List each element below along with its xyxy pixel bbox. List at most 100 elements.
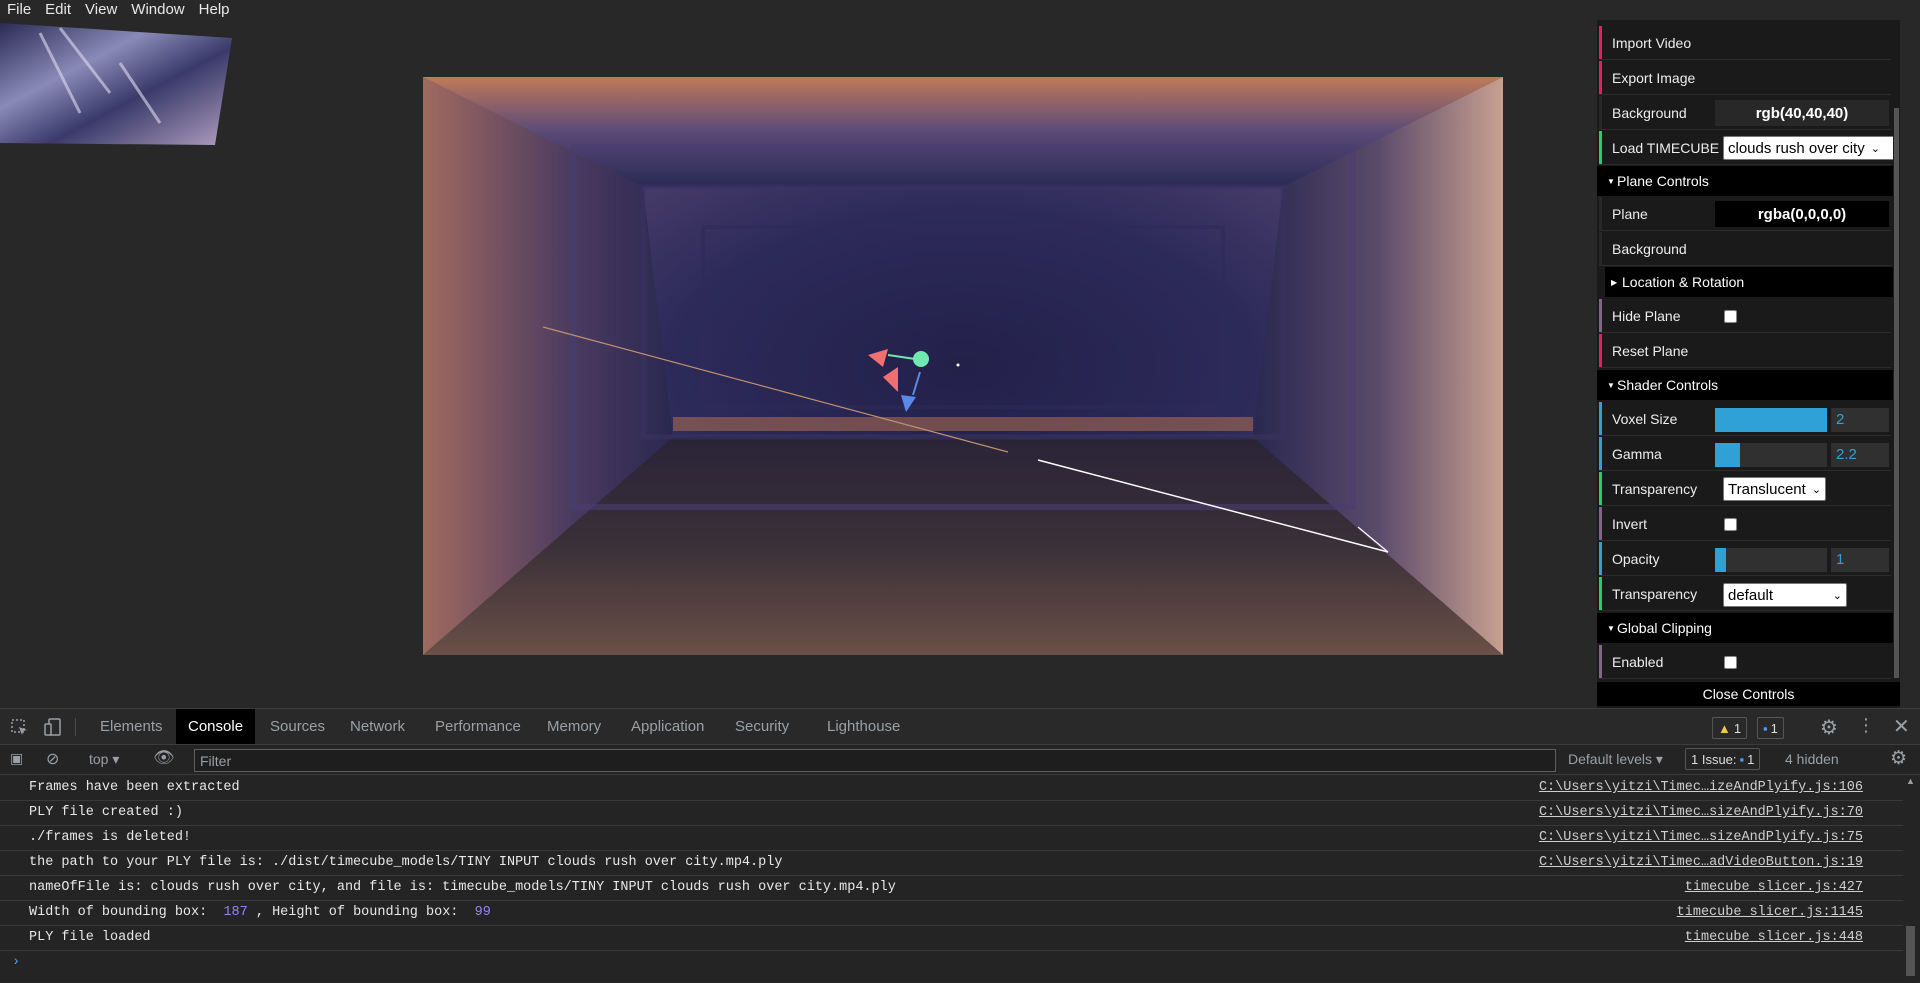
console-number: 187 — [223, 905, 248, 920]
enabled-label: Enabled — [1612, 653, 1664, 670]
export-image-button[interactable]: Export Image — [1599, 61, 1891, 95]
console-text: , Height of bounding box: — [247, 905, 467, 920]
transparency2-select[interactable]: default ⌄ — [1723, 583, 1847, 607]
menu-help[interactable]: Help — [192, 0, 237, 20]
tab-performance[interactable]: Performance — [423, 709, 533, 744]
opacity-label: Opacity — [1612, 550, 1660, 567]
hide-plane-checkbox[interactable] — [1724, 310, 1737, 323]
console-source-link[interactable]: timecube_slicer.js:1145 — [1677, 905, 1863, 920]
levels-select[interactable]: Default levels ▾ — [1568, 751, 1663, 768]
console-prompt-line[interactable]: › — [0, 951, 1905, 976]
menu-window[interactable]: Window — [124, 0, 191, 20]
scroll-up-icon[interactable]: ▲ — [1906, 776, 1915, 786]
gamma-input[interactable]: 2.2 — [1831, 443, 1889, 467]
context-selector[interactable]: top ▾ — [89, 751, 119, 768]
row-color-bar — [1599, 26, 1602, 59]
close-icon[interactable]: ✕ — [1893, 714, 1910, 739]
tab-network[interactable]: Network — [338, 709, 417, 744]
console-number: 99 — [474, 905, 491, 920]
enabled-checkbox[interactable] — [1724, 656, 1737, 669]
background-label: Background — [1612, 104, 1687, 121]
devtools-tab-bar: Elements Console Sources Network Perform… — [0, 709, 1920, 745]
tab-sources[interactable]: Sources — [258, 709, 337, 744]
triangle-down-icon: ▼ — [1607, 176, 1615, 186]
tab-security[interactable]: Security — [723, 709, 801, 744]
row-color-bar — [1599, 542, 1602, 575]
preview-thumbnail — [0, 23, 232, 145]
plane-color-input[interactable]: rgba(0,0,0,0) — [1715, 201, 1889, 227]
scrollbar-thumb[interactable] — [1894, 108, 1899, 678]
console-output: Frames have been extracted C:\Users\yitz… — [0, 776, 1905, 976]
opacity-slider[interactable] — [1715, 548, 1827, 572]
voxel-size-slider[interactable] — [1715, 408, 1827, 432]
tab-lighthouse[interactable]: Lighthouse — [815, 709, 912, 744]
console-source-link[interactable]: timecube_slicer.js:448 — [1685, 930, 1863, 945]
tab-memory[interactable]: Memory — [535, 709, 613, 744]
menu-file[interactable]: File — [0, 0, 38, 20]
menu-edit[interactable]: Edit — [38, 0, 78, 20]
timecube-render[interactable] — [423, 77, 1503, 655]
load-timecube-select[interactable]: clouds rush over city ⌄ — [1723, 136, 1897, 160]
background-color-row: Background rgb(40,40,40) — [1599, 96, 1891, 130]
transparency-select[interactable]: Translucent ⌄ — [1723, 477, 1827, 501]
console-settings-gear-icon[interactable]: ⚙ — [1890, 747, 1907, 770]
plane-label: Plane — [1612, 205, 1648, 222]
import-video-button[interactable]: Import Video — [1599, 26, 1891, 60]
console-source-link[interactable]: C:\Users\yitzi\Timec…sizeAndPlyify.js:75 — [1539, 830, 1863, 845]
shader-controls-folder[interactable]: ▼ Shader Controls — [1597, 370, 1893, 400]
background-color-input[interactable]: rgb(40,40,40) — [1715, 100, 1889, 126]
scrollbar-thumb[interactable] — [1906, 926, 1915, 976]
row-color-bar — [1599, 299, 1602, 332]
menu-view[interactable]: View — [78, 0, 124, 20]
panel-scrollbar[interactable] — [1893, 20, 1900, 680]
shader-controls-title: Shader Controls — [1617, 377, 1719, 393]
inspect-element-icon[interactable] — [11, 719, 29, 737]
3d-viewport[interactable] — [0, 20, 1597, 708]
warnings-count: 1 — [1733, 720, 1742, 736]
close-controls-button[interactable]: Close Controls — [1597, 682, 1900, 706]
row-color-bar — [1599, 507, 1602, 540]
more-options-icon[interactable]: ⋮ — [1857, 715, 1875, 736]
console-source-link[interactable]: C:\Users\yitzi\Timec…sizeAndPlyify.js:70 — [1539, 805, 1863, 820]
console-scrollbar[interactable]: ▲ — [1903, 776, 1917, 983]
chevron-down-icon: ⌄ — [1870, 142, 1880, 155]
plane-controls-title: Plane Controls — [1617, 173, 1709, 189]
warning-icon: ▲ — [1718, 720, 1731, 736]
invert-row: Invert — [1599, 507, 1891, 541]
clear-console-icon[interactable]: ⊘ — [46, 749, 59, 769]
console-prompt: › — [12, 955, 21, 970]
gear-icon[interactable]: ⚙ — [1820, 715, 1838, 740]
opacity-input[interactable]: 1 — [1831, 548, 1889, 572]
row-color-bar — [1599, 61, 1602, 94]
row-color-bar — [1599, 577, 1602, 610]
tab-application[interactable]: Application — [619, 709, 716, 744]
voxel-size-input[interactable]: 2 — [1831, 408, 1889, 432]
global-clipping-folder[interactable]: ▼ Global Clipping — [1597, 613, 1893, 643]
tab-elements[interactable]: Elements — [88, 709, 175, 744]
enabled-row: Enabled — [1599, 645, 1891, 679]
row-color-bar — [1599, 197, 1602, 230]
reset-plane-button[interactable]: Reset Plane — [1599, 334, 1891, 368]
invert-checkbox[interactable] — [1724, 518, 1737, 531]
console-source-link[interactable]: C:\Users\yitzi\Timec…adVideoButton.js:19 — [1539, 855, 1863, 870]
device-toolbar-icon[interactable] — [44, 718, 62, 736]
warnings-badge[interactable]: ▲ 1 — [1712, 717, 1748, 739]
opacity-row: Opacity 1 — [1599, 542, 1891, 576]
load-timecube-value: clouds rush over city — [1728, 139, 1865, 157]
plane-controls-folder[interactable]: ▼ Plane Controls — [1597, 166, 1893, 196]
console-source-link[interactable]: timecube_slicer.js:427 — [1685, 880, 1863, 895]
tab-console[interactable]: Console — [176, 709, 256, 744]
slider-fill — [1715, 443, 1740, 467]
filter-input[interactable]: Filter — [194, 749, 1556, 772]
hide-plane-label: Hide Plane — [1612, 307, 1681, 324]
row-color-bar — [1599, 334, 1602, 367]
location-rotation-folder[interactable]: ▶ Location & Rotation — [1605, 267, 1893, 297]
row-color-bar — [1599, 402, 1602, 435]
console-source-link[interactable]: C:\Users\yitzi\Timec…izeAndPlyify.js:106 — [1539, 780, 1863, 795]
console-line: PLY file created :) C:\Users\yitzi\Timec… — [0, 801, 1905, 826]
eye-icon[interactable]: 👁 — [153, 748, 175, 768]
gamma-slider[interactable] — [1715, 443, 1827, 467]
issues-badge[interactable]: 1 Issue: ▪ 1 — [1685, 748, 1761, 770]
sidebar-toggle-icon[interactable]: ▣ — [10, 750, 23, 767]
messages-badge[interactable]: ▪ 1 — [1757, 717, 1784, 739]
